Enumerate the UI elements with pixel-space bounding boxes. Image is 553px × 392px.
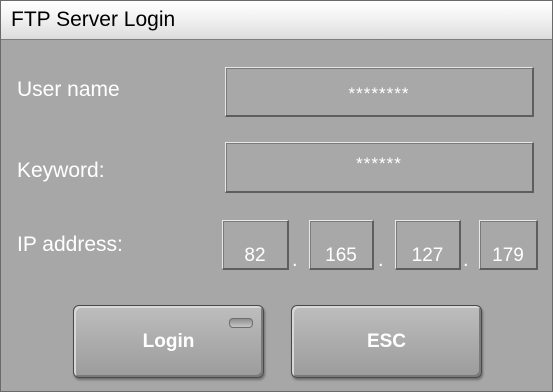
username-value: ********	[348, 84, 410, 103]
ip-separator-1: .	[292, 249, 298, 271]
esc-button-label: ESC	[366, 331, 407, 352]
ip-address-label: IP address:	[17, 233, 123, 256]
ip-octet-3-value: 127	[411, 245, 444, 266]
ip-octet-3-field[interactable]: 127	[395, 220, 461, 270]
keyword-label: Keyword:	[17, 159, 105, 182]
ip-octet-2-field[interactable]: 165	[309, 220, 374, 270]
ip-octet-4-value: 179	[492, 245, 524, 266]
ftp-login-dialog: FTP Server Login User name ******** Keyw…	[0, 0, 553, 392]
login-button[interactable]: Login	[73, 305, 264, 378]
ip-octet-2-value: 165	[325, 245, 357, 266]
login-button-label: Login	[142, 331, 195, 352]
ip-separator-3: .	[463, 249, 469, 271]
esc-button[interactable]: ESC	[291, 305, 482, 378]
dialog-title: FTP Server Login	[11, 8, 176, 31]
ip-octet-4-field[interactable]: 179	[479, 220, 538, 270]
indicator-led-icon	[229, 318, 253, 328]
ip-octet-1-value: 82	[244, 245, 266, 266]
title-bar: FTP Server Login	[1, 1, 552, 40]
ip-separator-2: .	[378, 249, 384, 271]
keyword-field[interactable]: ******	[225, 142, 534, 193]
username-field[interactable]: ********	[225, 67, 534, 117]
username-label: User name	[17, 78, 120, 101]
keyword-value: ******	[356, 154, 402, 173]
ip-octet-1-field[interactable]: 82	[222, 220, 289, 270]
